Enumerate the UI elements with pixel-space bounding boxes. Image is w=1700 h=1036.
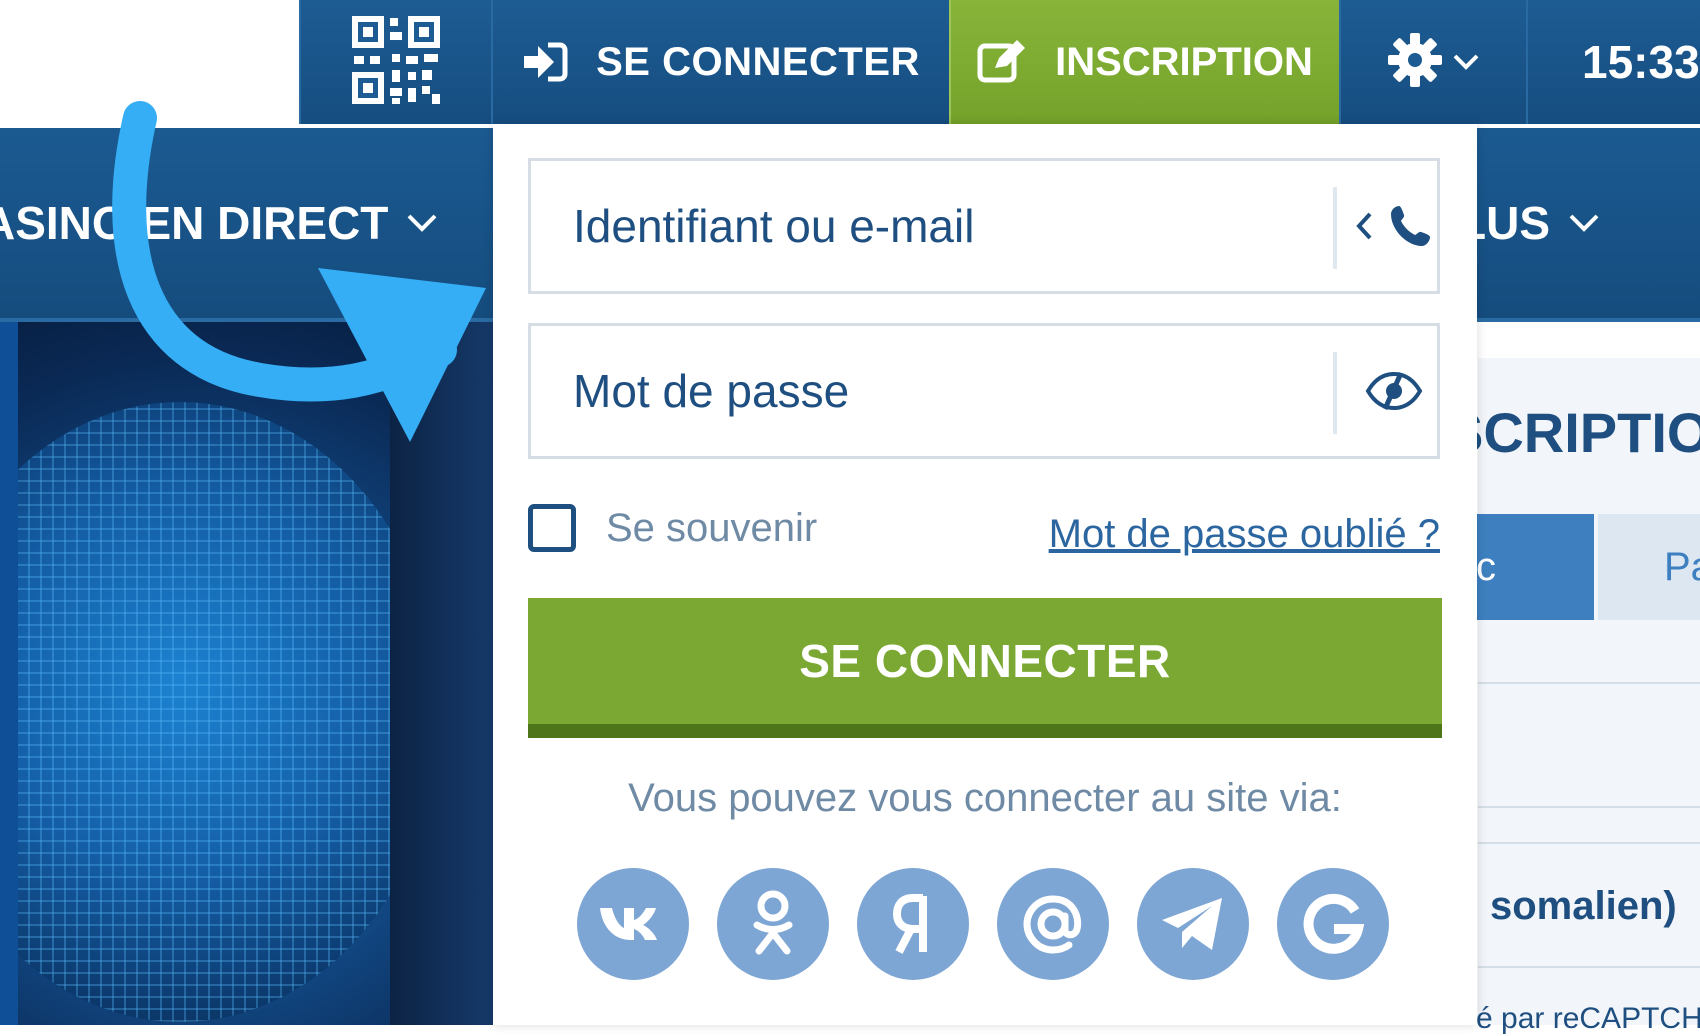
clock: 15:33 xyxy=(1526,0,1700,124)
promo-banner[interactable] xyxy=(0,322,495,1025)
divider xyxy=(1478,682,1700,684)
password-field[interactable]: Mot de passe xyxy=(528,323,1440,459)
edit-icon xyxy=(977,40,1027,84)
registration-tab-2-label: Pa xyxy=(1664,544,1700,589)
forgot-password-link[interactable]: Mot de passe oublié ? xyxy=(1049,512,1440,557)
username-input[interactable]: Identifiant ou e-mail xyxy=(573,161,974,291)
remember-checkbox[interactable] xyxy=(528,504,576,552)
telegram-icon[interactable] xyxy=(1137,868,1249,980)
chevron-down-icon xyxy=(1568,213,1600,233)
registration-tab-2[interactable]: Pa xyxy=(1598,514,1700,620)
divider xyxy=(1478,966,1700,968)
chevron-down-icon xyxy=(406,213,438,233)
eye-slash-icon[interactable] xyxy=(1349,326,1439,456)
register-button[interactable]: INSCRIPTION xyxy=(949,0,1339,124)
register-button-label: INSCRIPTION xyxy=(1055,39,1313,84)
login-dropdown: Identifiant ou e-mail Mot de passe Se so… xyxy=(493,124,1477,1025)
registration-tab-1-label: c xyxy=(1476,544,1496,589)
language-select[interactable]: somalien) xyxy=(1490,884,1677,929)
vk-icon[interactable] xyxy=(577,868,689,980)
google-icon[interactable] xyxy=(1277,868,1389,980)
submit-login-label: SE CONNECTER xyxy=(799,635,1171,687)
field-separator xyxy=(1333,352,1337,434)
registration-title: SCRIPTIO xyxy=(1446,401,1700,464)
login-button[interactable]: SE CONNECTER xyxy=(491,0,949,124)
registration-tab-1[interactable]: c xyxy=(1476,514,1594,620)
nav-live-casino[interactable]: ASINO EN DIRECT xyxy=(0,196,438,250)
captcha-notice: é par reCAPTCH xyxy=(1476,1002,1700,1035)
qr-code-button[interactable] xyxy=(299,0,491,124)
time-display: 15:33 xyxy=(1582,36,1700,88)
odnoklassniki-icon[interactable] xyxy=(717,868,829,980)
banner-edge xyxy=(0,322,18,1025)
gear-icon xyxy=(1387,32,1442,92)
password-input[interactable]: Mot de passe xyxy=(573,326,849,456)
phone-toggle[interactable] xyxy=(1349,161,1439,291)
login-button-label: SE CONNECTER xyxy=(596,39,920,84)
mail-at-icon[interactable] xyxy=(997,868,1109,980)
remember-me[interactable]: Se souvenir xyxy=(528,504,817,552)
top-bar: SE CONNECTER INSCRIPTION 15:33 xyxy=(0,0,1700,124)
chevron-left-icon xyxy=(1355,211,1373,241)
divider xyxy=(1478,806,1700,808)
submit-login-button[interactable]: SE CONNECTER xyxy=(528,598,1442,738)
qr-code-icon xyxy=(352,15,440,109)
divider xyxy=(1478,842,1700,844)
yandex-icon[interactable] xyxy=(857,868,969,980)
phone-icon xyxy=(1389,204,1433,248)
field-separator xyxy=(1333,187,1337,269)
username-field[interactable]: Identifiant ou e-mail xyxy=(528,158,1440,294)
login-icon xyxy=(522,42,568,82)
social-login-caption: Vous pouvez vous connecter au site via: xyxy=(628,776,1342,820)
nav-live-casino-label: ASINO EN DIRECT xyxy=(0,197,389,249)
banner-side xyxy=(390,322,495,1025)
chevron-down-icon xyxy=(1452,53,1480,71)
remember-label: Se souvenir xyxy=(606,505,818,550)
nav-more[interactable]: LUS xyxy=(1458,196,1600,250)
settings-button[interactable] xyxy=(1339,0,1526,124)
social-login-list xyxy=(577,868,1389,980)
